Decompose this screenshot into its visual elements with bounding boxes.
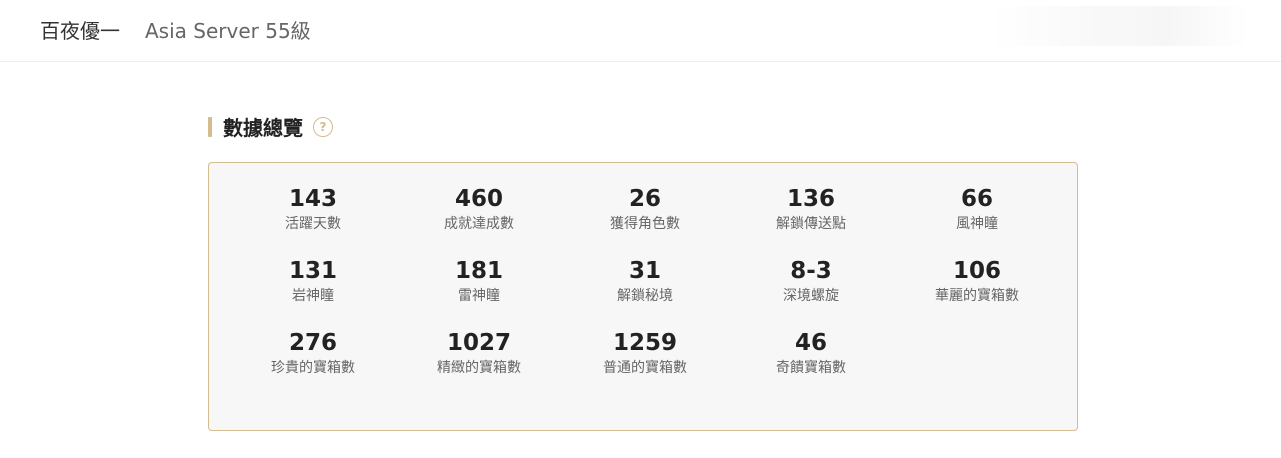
stat-item-active-days: 143 活躍天數 [230, 185, 396, 233]
stat-label: 普通的寶箱數 [603, 360, 687, 376]
stat-value: 136 [786, 186, 835, 212]
stat-item-characters: 26 獲得角色數 [562, 185, 728, 233]
stat-item-remarkable-chests: 46 奇饋寶箱數 [728, 329, 894, 377]
stat-value: 26 [628, 186, 661, 212]
stat-label: 奇饋寶箱數 [776, 360, 846, 376]
question-circle-icon[interactable]: ? [313, 117, 333, 137]
stat-label: 成就達成數 [444, 216, 514, 232]
stat-value: 106 [952, 258, 1001, 284]
stat-value: 8-3 [790, 258, 832, 284]
stat-label: 珍貴的寶箱數 [271, 360, 355, 376]
stat-label: 雷神瞳 [458, 288, 500, 304]
stat-label: 活躍天數 [285, 216, 341, 232]
stat-value: 276 [288, 330, 337, 356]
stat-label: 風神瞳 [956, 216, 998, 232]
stat-item-exquisite-chests: 1027 精緻的寶箱數 [396, 329, 562, 377]
stat-label: 華麗的寶箱數 [935, 288, 1019, 304]
top-header: 百夜優一 Asia Server 55級 [0, 0, 1281, 62]
stats-overview-card: 143 活躍天數 460 成就達成數 26 獲得角色數 136 解鎖傳送點 66… [208, 162, 1078, 431]
section-title: 數據總覽 [223, 116, 303, 140]
stat-item-spiral-abyss: 8-3 深境螺旋 [728, 257, 894, 305]
stat-label: 岩神瞳 [292, 288, 334, 304]
stat-value: 31 [628, 258, 661, 284]
stat-value: 66 [960, 186, 993, 212]
header-right-area [990, 6, 1248, 46]
stat-item-common-chests: 1259 普通的寶箱數 [562, 329, 728, 377]
stat-label: 獲得角色數 [610, 216, 680, 232]
stat-item-luxurious-chests: 106 華麗的寶箱數 [894, 257, 1060, 305]
stat-value: 460 [454, 186, 503, 212]
server-level-info: Asia Server 55級 [145, 19, 311, 43]
stat-item-electroculus: 181 雷神瞳 [396, 257, 562, 305]
title-accent-bar [208, 117, 212, 137]
stat-value: 143 [288, 186, 337, 212]
player-name: 百夜優一 [40, 19, 120, 43]
stat-value: 1259 [612, 330, 677, 356]
stat-item-geoculus: 131 岩神瞳 [230, 257, 396, 305]
stat-item-domains: 31 解鎖秘境 [562, 257, 728, 305]
stat-value: 131 [288, 258, 337, 284]
stat-value: 46 [794, 330, 827, 356]
stat-label: 深境螺旋 [783, 288, 839, 304]
stat-item-waypoints: 136 解鎖傳送點 [728, 185, 894, 233]
stat-item-precious-chests: 276 珍貴的寶箱數 [230, 329, 396, 377]
stat-item-anemoculus: 66 風神瞳 [894, 185, 1060, 233]
stat-label: 解鎖秘境 [617, 288, 673, 304]
stat-value: 181 [454, 258, 503, 284]
stat-label: 精緻的寶箱數 [437, 360, 521, 376]
stat-item-achievements: 460 成就達成數 [396, 185, 562, 233]
stat-label: 解鎖傳送點 [776, 216, 846, 232]
stat-value: 1027 [446, 330, 511, 356]
